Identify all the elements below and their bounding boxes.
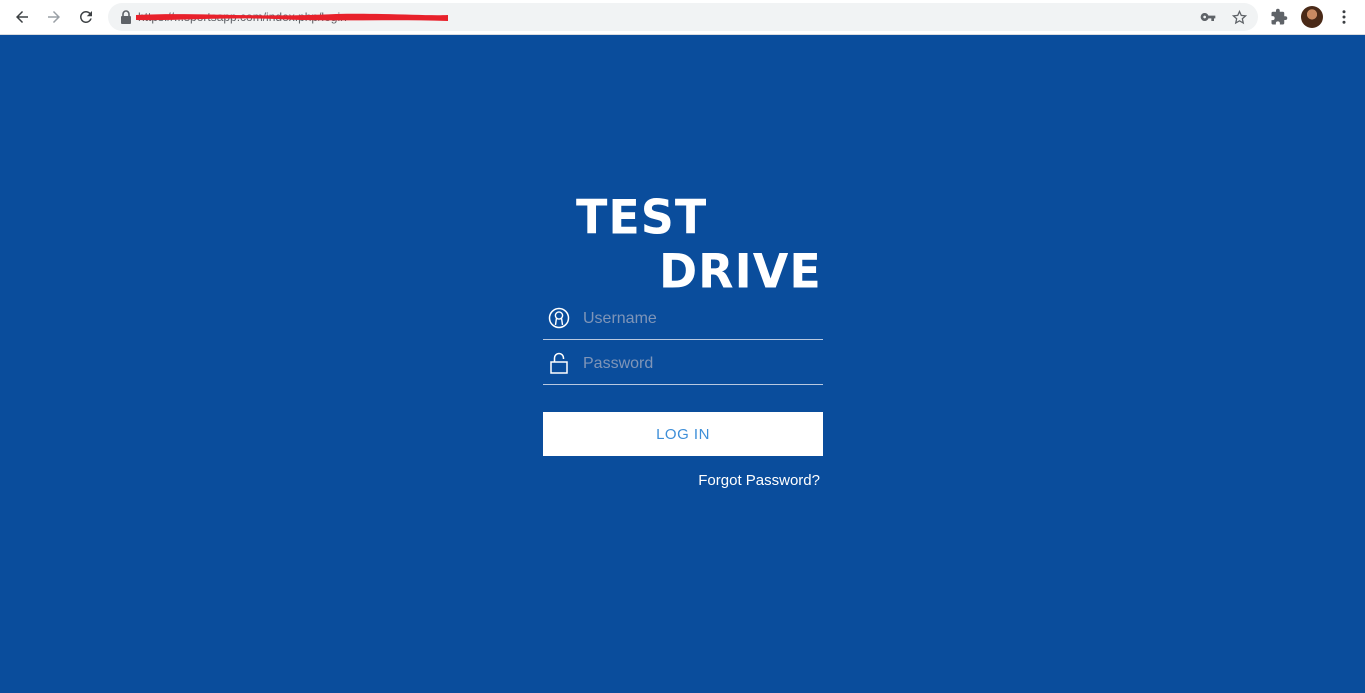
forward-icon[interactable]: [42, 5, 66, 29]
lock-icon: [121, 10, 131, 24]
key-icon[interactable]: [1199, 8, 1217, 26]
extensions-icon[interactable]: [1267, 5, 1291, 29]
login-button[interactable]: LOG IN: [543, 412, 823, 456]
login-panel: TEST DRIVE LOG IN Forgot Password?: [543, 189, 823, 489]
address-bar[interactable]: https://...sportsapp.com/index.php/login: [108, 3, 1258, 31]
menu-icon[interactable]: [1332, 5, 1356, 29]
logo-line-2: DRIVE: [659, 243, 822, 299]
redaction-mark: [136, 13, 448, 21]
star-icon[interactable]: [1230, 8, 1248, 26]
reload-icon[interactable]: [74, 5, 98, 29]
user-icon: [548, 307, 570, 329]
logo-line-1: TEST: [576, 189, 708, 245]
browser-toolbar: https://...sportsapp.com/index.php/login: [0, 0, 1365, 35]
username-field: [543, 300, 823, 340]
password-field: [543, 345, 823, 385]
unlock-icon: [550, 352, 568, 374]
password-input[interactable]: [583, 351, 818, 377]
back-icon[interactable]: [10, 5, 34, 29]
forgot-password-link[interactable]: Forgot Password?: [698, 472, 820, 489]
logo: TEST DRIVE: [543, 189, 823, 300]
avatar[interactable]: [1301, 6, 1323, 28]
username-input[interactable]: [583, 306, 818, 332]
